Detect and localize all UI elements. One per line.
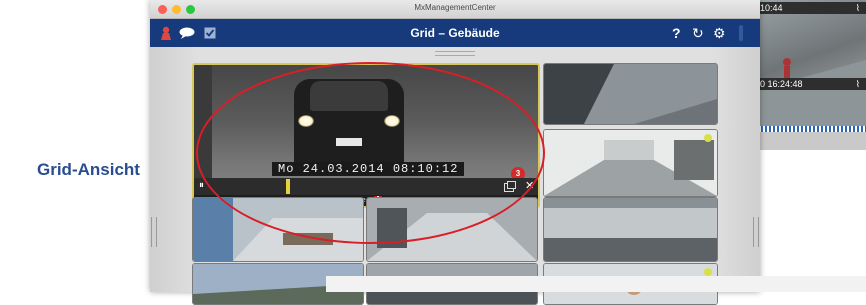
license-plate [336, 138, 362, 146]
bottom-window-edge [326, 276, 866, 292]
activity-icon: ⌇ [855, 3, 860, 13]
car-headlight-right [384, 115, 400, 127]
camera-tile-hall[interactable] [366, 197, 538, 262]
camera-tile-office[interactable] [192, 197, 364, 262]
maximize-icon[interactable] [504, 181, 516, 192]
camera-video-facade [544, 198, 717, 261]
status-dot [704, 134, 712, 142]
gate-post [194, 65, 212, 178]
right-panel-grip[interactable] [753, 217, 759, 247]
grid-title: Grid – Gebäude [410, 26, 500, 40]
window-titlebar: MxManagementCenter [150, 0, 760, 19]
camera-video-office [193, 198, 363, 261]
app-toolbar: Grid – Gebäude ? ↻ ⚙ [150, 19, 760, 47]
camera-tile-gate[interactable]: Mo 24.03.2014 08:10:12 3 ⏸ ✕ Gate [192, 63, 540, 208]
car-windshield [310, 81, 388, 111]
status-light-icon [739, 25, 743, 41]
reload-icon[interactable]: ↻ [692, 25, 704, 41]
window-title: MxManagementCenter [414, 3, 496, 12]
background-time-bottom: 0 16:24:48 [760, 79, 803, 89]
background-time-top: 10:44 [760, 3, 783, 13]
settings-icon[interactable]: ⚙ [713, 25, 726, 41]
timeline-marker[interactable] [286, 179, 290, 194]
camera-grid: Mo 24.03.2014 08:10:12 3 ⏸ ✕ Gate [150, 47, 760, 305]
background-status-bar-bottom: 0 16:24:48 ⌇ [757, 78, 866, 90]
help-icon[interactable]: ? [672, 25, 681, 41]
close-tile-icon[interactable]: ✕ [525, 179, 534, 192]
top-drag-handle[interactable] [435, 51, 475, 56]
camera-video-corridor [544, 130, 717, 196]
background-window-footer [757, 132, 866, 150]
left-panel-grip[interactable] [151, 217, 157, 247]
pause-icon[interactable]: ⏸ [199, 180, 204, 191]
video-timestamp: Mo 24.03.2014 08:10:12 [272, 162, 465, 176]
camera-video-outdoor [544, 64, 717, 124]
background-status-bar-top: 10:44 ⌇ [757, 2, 866, 14]
grid-view-label: Grid-Ansicht [37, 160, 140, 179]
camera-video-hall [367, 198, 537, 261]
player-controls: ⏸ ✕ [194, 178, 538, 195]
camera-tile-outdoor[interactable] [543, 63, 718, 125]
background-camera-scene [757, 58, 866, 130]
background-video-thumbnail [757, 0, 866, 130]
camera-tile-facade[interactable] [543, 197, 718, 262]
activity-icon: ⌇ [855, 79, 860, 89]
camera-tile-corridor[interactable] [543, 129, 718, 197]
status-dot [704, 268, 712, 276]
car-headlight-left [298, 115, 314, 127]
main-window: MxManagementCenter Grid – Gebäude ? ↻ ⚙ [150, 0, 760, 305]
